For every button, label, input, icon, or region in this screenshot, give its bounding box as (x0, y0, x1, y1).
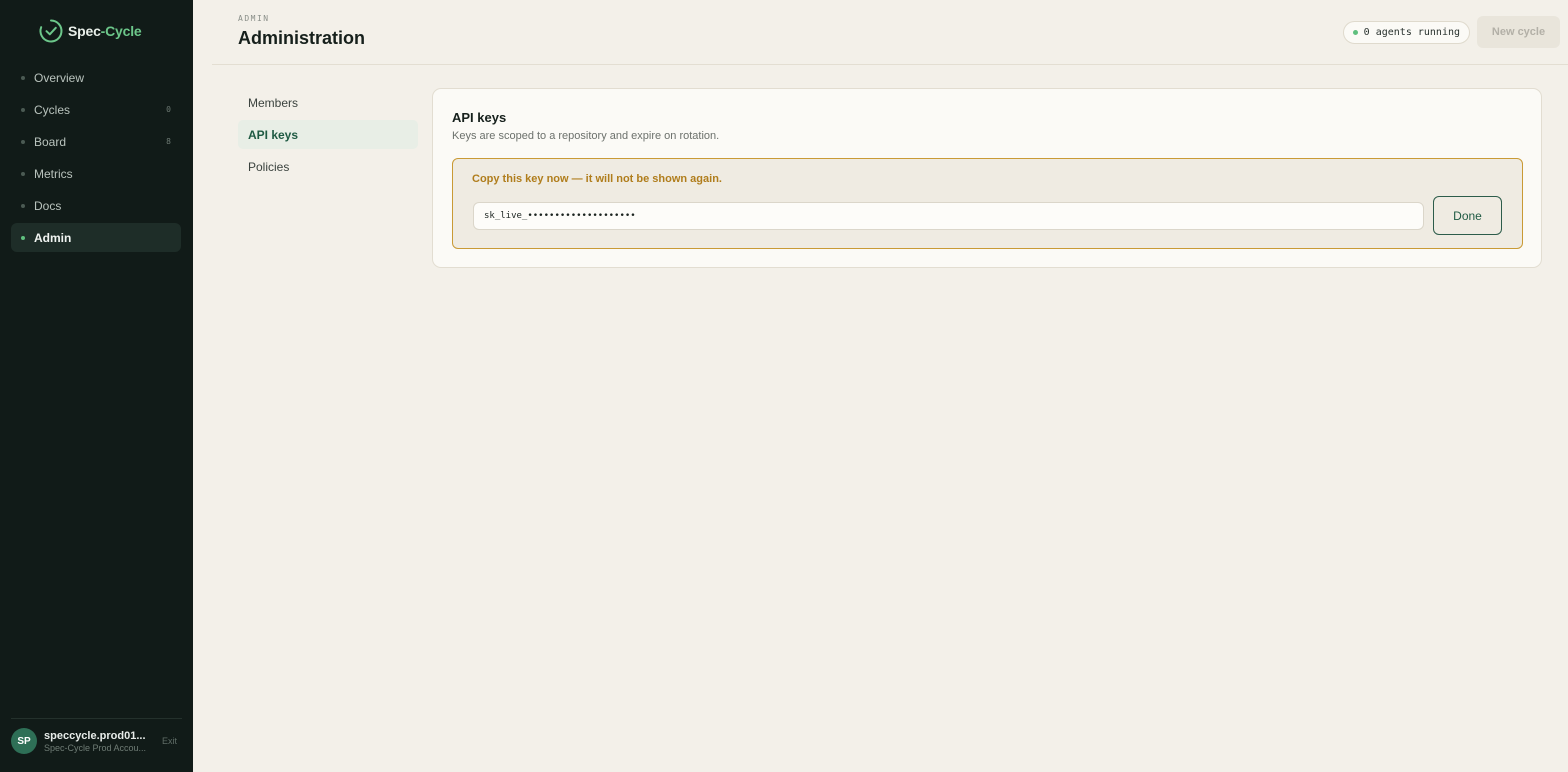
main-area: ADMIN Administration 0 agents running Ne… (193, 0, 1568, 772)
sidebar-item-label: Cycles (34, 102, 71, 117)
alert-message: Copy this key now — it will not be shown… (472, 173, 722, 185)
sidebar-item-count: 8 (166, 137, 171, 146)
subnav-item-members[interactable]: Members (238, 88, 418, 117)
logo-check-icon (39, 19, 63, 43)
sidebar-item-docs[interactable]: Docs (11, 191, 181, 220)
page-title: Administration (238, 28, 366, 48)
logo[interactable]: Spec-Cycle (38, 18, 142, 44)
sidebar-item-label: Board (34, 134, 67, 149)
bullet-icon (21, 171, 25, 176)
exit-button[interactable]: Exit (162, 736, 181, 746)
avatar[interactable]: SP (11, 728, 37, 754)
new-cycle-button[interactable]: New cycle (1477, 16, 1560, 48)
user-profile: SP speccycle.prod01... Spec-Cycle Prod A… (11, 728, 181, 754)
sidebar-item-label: Metrics (34, 166, 73, 181)
bullet-icon (21, 75, 25, 80)
sidebar-item-label: Docs (34, 198, 62, 213)
admin-content: Members API keys Policies API keys Keys … (212, 65, 1568, 313)
user-info: speccycle.prod01... Spec-Cycle Prod Acco… (44, 730, 149, 753)
api-key-field[interactable] (473, 202, 1424, 230)
user-account: Spec-Cycle Prod Accou... (44, 742, 147, 753)
sidebar: Spec-Cycle Overview Cycles 0 Board 8 Met… (0, 0, 193, 772)
subnav-item-policies[interactable]: Policies (238, 152, 418, 181)
sidebar-item-admin[interactable]: Admin (11, 223, 181, 252)
done-button[interactable]: Done (1433, 196, 1502, 235)
sidebar-item-count: 0 (166, 105, 171, 114)
admin-subnav: Members API keys Policies (238, 88, 418, 184)
logo-text: Spec-Cycle (68, 23, 142, 39)
sidebar-item-label: Overview (34, 70, 85, 85)
sidebar-item-metrics[interactable]: Metrics (11, 159, 181, 188)
card-subtitle: Keys are scoped to a repository and expi… (452, 130, 720, 142)
bullet-icon (21, 235, 25, 240)
page-header: ADMIN Administration 0 agents running Ne… (212, 0, 1568, 65)
status-dot-icon (1352, 30, 1358, 35)
bullet-icon (21, 139, 25, 144)
user-name: speccycle.prod01... (44, 729, 146, 742)
subnav-item-api-keys[interactable]: API keys (238, 120, 418, 149)
sidebar-item-overview[interactable]: Overview (11, 63, 181, 92)
sidebar-item-board[interactable]: Board 8 (11, 127, 181, 156)
new-key-alert: Copy this key now — it will not be shown… (452, 158, 1523, 249)
bullet-icon (21, 107, 25, 112)
sidebar-item-label: Admin (34, 230, 72, 245)
app-root: Spec-Cycle Overview Cycles 0 Board 8 Met… (0, 0, 1568, 772)
sidebar-nav: Overview Cycles 0 Board 8 Metrics Docs A… (11, 63, 181, 255)
bullet-icon (21, 203, 25, 208)
card-title: API keys (452, 110, 507, 125)
agents-status-badge: 0 agents running (1342, 21, 1470, 44)
sidebar-item-cycles[interactable]: Cycles 0 (11, 95, 181, 124)
agents-status-text: 0 agents running (1363, 27, 1460, 38)
sidebar-divider (11, 718, 182, 719)
api-keys-card: API keys Keys are scoped to a repository… (432, 88, 1542, 268)
page-eyebrow: ADMIN (238, 14, 270, 23)
